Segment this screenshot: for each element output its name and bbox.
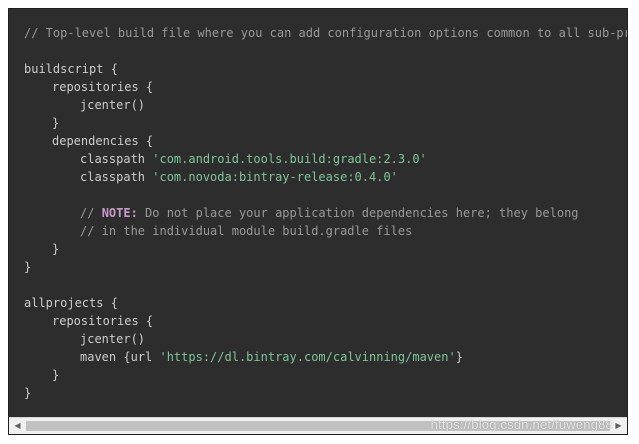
code-line: // Top-level build file where you can ad… [24, 26, 628, 40]
comment-text: Do not place your application dependenci… [137, 206, 579, 220]
code-keyword: classpath [80, 170, 153, 184]
code-keyword: classpath [80, 152, 153, 166]
code-line: buildscript { [24, 62, 118, 76]
code-line: } [24, 260, 32, 274]
code-keyword: maven {url [80, 350, 160, 364]
code-line: // in the individual module build.gradle… [80, 224, 413, 238]
comment-prefix: // [80, 206, 102, 220]
code-string: 'com.android.tools.build:gradle:2.3.0' [152, 152, 427, 166]
code-line: jcenter() [80, 332, 146, 346]
code-block: // Top-level build file where you can ad… [8, 8, 628, 435]
watermark: https://blog.csdn.net/fuweng88 [430, 417, 613, 432]
code-string: 'com.novoda:bintray-release:0.4.0' [152, 170, 398, 184]
code-line: dependencies { [52, 134, 154, 148]
code-line: classpath 'com.android.tools.build:gradl… [24, 150, 627, 168]
code-line: jcenter() [80, 98, 146, 112]
code-line: } [52, 116, 60, 130]
code-line: allprojects { [24, 296, 118, 310]
code-line: } [24, 386, 32, 400]
code-line: maven {url 'https://dl.bintray.com/calvi… [24, 348, 627, 366]
code-line: } [52, 368, 60, 382]
code-line: repositories { [52, 314, 154, 328]
code-string: 'https://dl.bintray.com/calvinning/maven… [159, 350, 456, 364]
code-text: // Top-level build file where you can ad… [24, 24, 627, 402]
scroll-left-arrow-icon[interactable]: ◀ [9, 418, 26, 434]
code-line: classpath 'com.novoda:bintray-release:0.… [24, 168, 627, 186]
code-line: // NOTE: Do not place your application d… [24, 204, 627, 222]
code-line: repositories { [52, 80, 154, 94]
code-punct: } [455, 350, 463, 364]
note-keyword: NOTE: [101, 206, 138, 220]
code-line: } [52, 242, 60, 256]
